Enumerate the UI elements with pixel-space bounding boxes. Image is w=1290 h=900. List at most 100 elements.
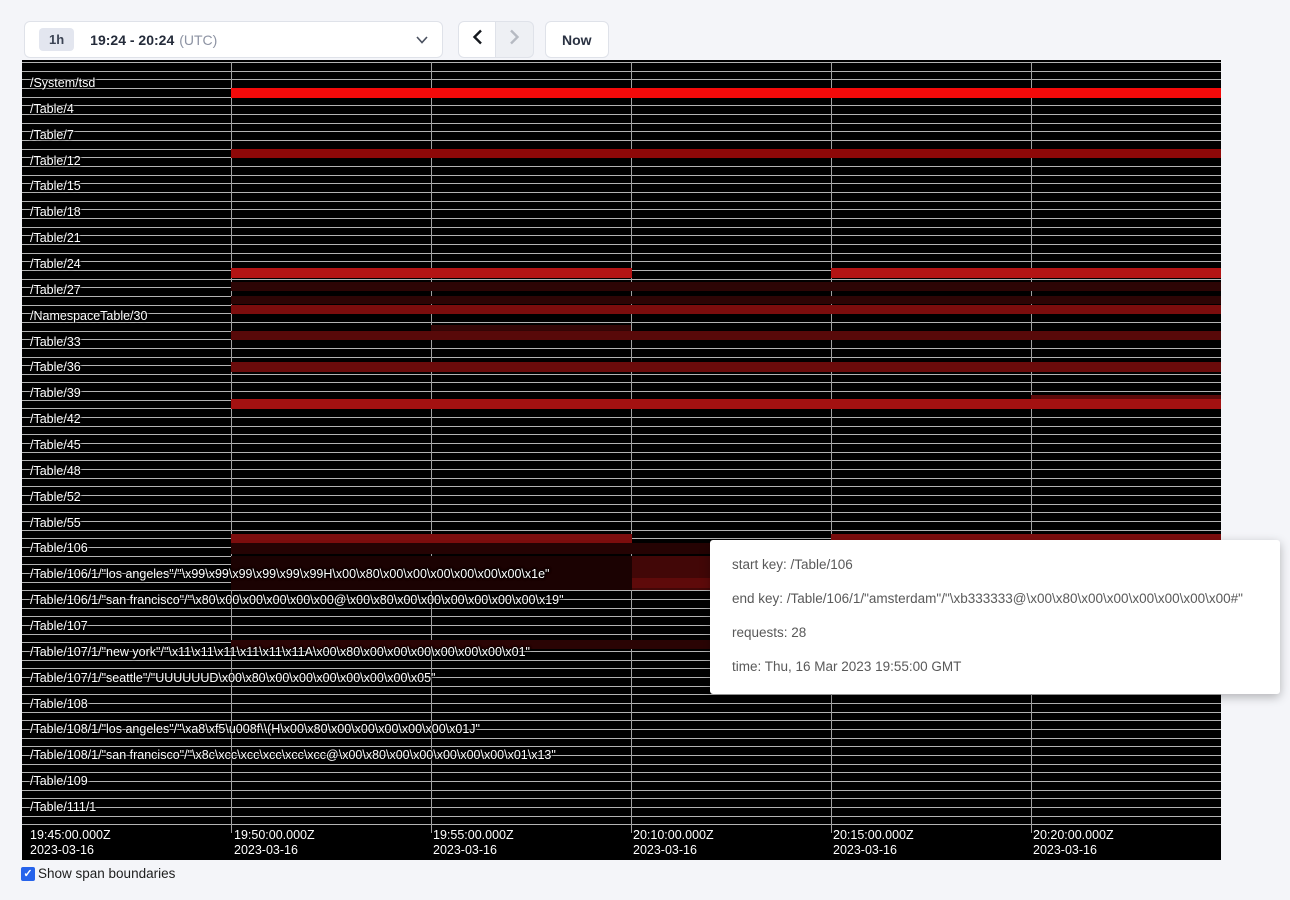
span-boundary-line [22,521,1221,522]
span-boundary-line [22,105,1221,106]
span-boundary-line [22,478,1221,479]
heat-band [231,362,1221,372]
span-boundary-line [22,816,1221,817]
heat-band [231,88,1221,98]
heat-band [231,331,1221,340]
span-boundary-line [22,824,1221,825]
time-gridline [631,62,632,833]
span-boundary-line [22,781,1221,782]
heat-band [231,268,632,278]
row-label: /Table/4 [30,101,74,117]
row-label: /Table/33 [30,334,81,350]
x-axis-tick-time: 20:15:00.000Z [833,828,914,843]
span-boundary-line [22,382,1221,383]
row-label: /NamespaceTable/30 [30,308,147,324]
row-label: /Table/39 [30,385,81,401]
span-boundary-line [22,452,1221,453]
row-label: /Table/107/1/"new york"/"\x11\x11\x11\x1… [30,644,530,660]
heat-band [231,534,632,543]
span-boundary-line [22,123,1221,124]
heat-band [231,282,1221,291]
chevron-right-icon [509,29,520,50]
span-boundary-line [22,712,1221,713]
span-boundary-line [22,443,1221,444]
row-label: /Table/21 [30,230,81,246]
row-label: /Table/48 [30,463,81,479]
tooltip-requests: requests: 28 [732,622,1258,643]
span-boundary-line [22,495,1221,496]
x-axis-tick: 19:55:00.000Z2023-03-16 [433,828,514,858]
span-boundary-line [22,279,1221,280]
span-boundary-line [22,807,1221,808]
time-gridline [831,62,832,833]
x-axis-tick: 19:50:00.000Z2023-03-16 [234,828,315,858]
row-label: /Table/106/1/"san francisco"/"\x80\x00\x… [30,592,564,608]
row-label: /Table/109 [30,773,88,789]
duration-badge: 1h [39,28,74,51]
span-boundary-line [22,504,1221,505]
row-label: /Table/106/1/"los angeles"/"\x99\x99\x99… [30,566,549,582]
show-span-boundaries-checkbox[interactable]: ✓ [21,867,35,881]
span-boundary-line [22,798,1221,799]
span-boundary-line [22,790,1221,791]
x-axis-tick: 20:15:00.000Z2023-03-16 [833,828,914,858]
row-label: /Table/107/1/"seattle"/"UUUUUUD\x00\x80\… [30,670,435,686]
span-boundary-line [22,62,1221,63]
span-boundary-line [22,166,1221,167]
chevron-left-icon [472,29,483,50]
span-boundary-line [22,140,1221,141]
heat-band [231,296,1221,304]
span-boundary-line [22,469,1221,470]
span-boundary-line [22,460,1221,461]
row-label: /Table/107 [30,618,88,634]
next-time-button[interactable] [496,21,534,58]
span-boundary-line [22,486,1221,487]
span-boundary-line [22,235,1221,236]
span-boundary-line [22,71,1221,72]
row-label: /Table/42 [30,411,81,427]
span-boundary-line [22,530,1221,531]
timezone-label: (UTC) [179,32,217,48]
time-gridline [1031,62,1032,833]
tooltip-end-key: end key: /Table/106/1/"amsterdam"/"\xb33… [732,588,1258,609]
row-label: /Table/111/1 [30,799,96,815]
span-boundary-line [22,772,1221,773]
heat-band [831,268,1221,278]
row-label: /Table/52 [30,489,81,505]
span-boundary-line [22,357,1221,358]
span-boundary-line [22,391,1221,392]
x-axis-tick: 20:20:00.000Z2023-03-16 [1033,828,1114,858]
prev-time-button[interactable] [458,21,496,58]
key-visualizer-canvas[interactable]: /System/tsd/Table/4/Table/7/Table/12/Tab… [22,60,1221,860]
row-label: /Table/27 [30,282,81,298]
x-axis-tick-date: 2023-03-16 [234,843,315,858]
span-boundary-line [22,764,1221,765]
row-label: /Table/108 [30,696,88,712]
x-axis-tick-time: 20:10:00.000Z [633,828,714,843]
heat-band [231,149,1221,158]
span-boundary-line [22,79,1221,80]
row-label: /Table/18 [30,204,81,220]
span-boundary-line [22,426,1221,427]
time-gridline [431,62,432,833]
chevron-down-icon [416,36,428,44]
show-span-boundaries-control[interactable]: ✓ Show span boundaries [21,866,175,881]
time-range-selector[interactable]: 1h 19:24 - 20:24 (UTC) [24,21,443,58]
span-boundary-line [22,253,1221,254]
row-label: /Table/108/1/"los angeles"/"\xa8\xf5\u00… [30,721,480,737]
tooltip-start-key: start key: /Table/106 [732,554,1258,575]
time-range-label: 19:24 - 20:24 [90,32,174,48]
row-label: /Table/7 [30,127,74,143]
span-boundary-line [22,261,1221,262]
span-boundary-line [22,348,1221,349]
x-axis-tick-date: 2023-03-16 [1033,843,1114,858]
x-axis-tick-date: 2023-03-16 [30,843,111,858]
heat-band [231,305,1221,314]
time-nav-group [458,21,534,58]
tooltip: start key: /Table/106 end key: /Table/10… [710,540,1280,694]
span-boundary-line [22,114,1221,115]
tooltip-time: time: Thu, 16 Mar 2023 19:55:00 GMT [732,656,1258,677]
row-label: /Table/106 [30,540,88,556]
span-boundary-line [22,131,1221,132]
now-button[interactable]: Now [545,21,609,58]
